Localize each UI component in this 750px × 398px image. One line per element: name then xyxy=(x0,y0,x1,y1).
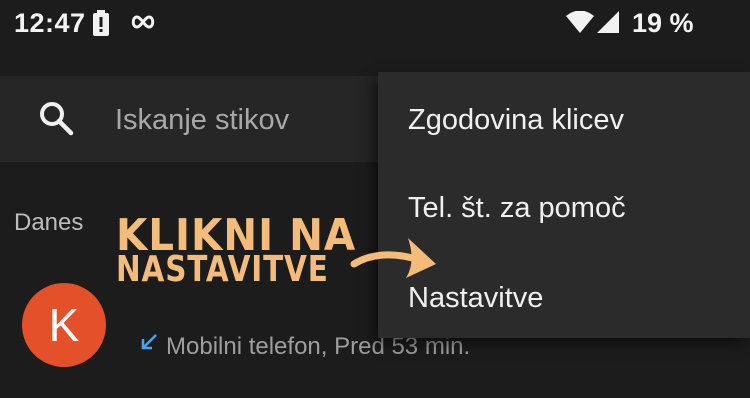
signal-icon xyxy=(597,11,619,33)
menu-item-help-number[interactable]: Tel. št. za pomoč xyxy=(408,192,626,225)
wifi-icon xyxy=(566,11,594,33)
search-input[interactable]: Iskanje stikov xyxy=(115,104,289,137)
infinity-icon xyxy=(131,15,155,29)
battery-percent: 19 % xyxy=(632,8,694,38)
search-icon[interactable] xyxy=(38,100,74,136)
annotation-text-line-2: NASTAVITVE xyxy=(116,249,329,290)
avatar-letter: K xyxy=(48,299,80,351)
status-time: 12:47 xyxy=(14,8,86,38)
dialer-screen: 12:47 19 % Iskanje stikov Danes K Mobiln… xyxy=(0,0,750,398)
annotation-arrow-icon xyxy=(350,238,436,278)
menu-item-call-history[interactable]: Zgodovina klicev xyxy=(408,104,624,137)
battery-alert-icon xyxy=(93,10,109,36)
overflow-menu: Zgodovina klicev Tel. št. za pomoč Nasta… xyxy=(378,72,750,338)
incoming-call-arrow-icon xyxy=(141,334,157,350)
avatar[interactable]: K xyxy=(22,283,106,367)
section-label-today: Danes xyxy=(14,209,84,236)
status-bar: 12:47 19 % xyxy=(0,0,750,46)
